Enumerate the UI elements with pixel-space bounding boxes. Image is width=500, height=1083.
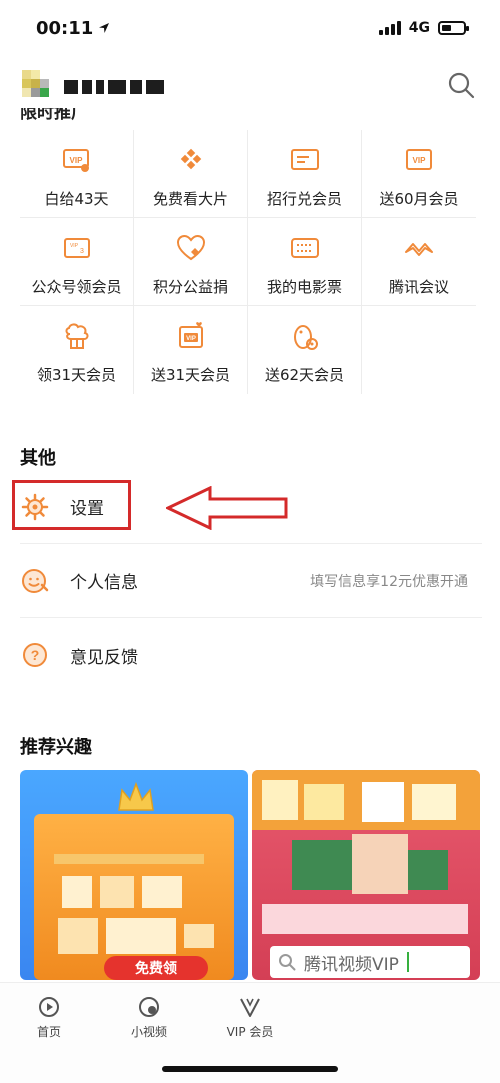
card-search-bar[interactable]: 腾讯视频VIP [270, 946, 470, 978]
question-icon: ? [20, 640, 50, 670]
avatar[interactable] [22, 70, 56, 104]
grid-item-vip-43[interactable]: VIP 白给43天 [20, 130, 134, 218]
vip-coupon-icon: VIP 3 [61, 232, 93, 264]
smile-edit-icon [20, 566, 50, 596]
penguin-icon [289, 320, 321, 352]
svg-text:VIP: VIP [69, 156, 83, 165]
personal-info-item[interactable]: 个人信息 填写信息享12元优惠开通 [20, 544, 482, 618]
promo-card-vip-member[interactable]: 腾讯视频VIP [252, 770, 480, 980]
search-icon [448, 72, 475, 99]
annotation-highlight-box [12, 480, 131, 530]
tab-home[interactable]: 首页 [9, 995, 89, 1040]
card-search-text: 腾讯视频VIP [304, 954, 399, 975]
grid-item-label: 积分公益捐 [152, 278, 228, 296]
grid-row: VIP 白给43天 免费看大片 招行兑会员 VIP 送60月会员 [20, 130, 476, 218]
vip-card-icon: VIP [61, 144, 93, 176]
profile-header [0, 60, 500, 114]
grid-item-label: 送60月会员 [379, 190, 459, 208]
svg-text:VIP: VIP [69, 243, 78, 249]
vip-heart-card-icon: VIP [175, 320, 207, 352]
status-time: 00:11 [36, 18, 111, 39]
tab-vip-label: VIP 会员 [226, 1025, 274, 1039]
section-title-partial: 限时推广 [20, 108, 88, 122]
grid-item-label: 免费看大片 [152, 190, 228, 208]
grid-item-cmb-exchange[interactable]: 招行兑会员 [248, 130, 362, 218]
svg-text:VIP: VIP [413, 156, 427, 165]
meeting-icon [403, 232, 435, 264]
grid-item-get-31[interactable]: 领31天会员 [20, 306, 134, 394]
signal-icon [378, 21, 401, 35]
home-indicator [162, 1066, 338, 1072]
grid-item-label: 送62天会员 [264, 366, 345, 384]
personal-info-label: 个人信息 [70, 573, 138, 593]
grid-item-movie-tickets[interactable]: 我的电影票 [248, 218, 362, 306]
heart-icon [175, 232, 207, 264]
free-claim-button[interactable]: 免费领 [104, 956, 208, 980]
short-video-icon [139, 997, 159, 1017]
grid-item-points-donate[interactable]: 积分公益捐 [134, 218, 248, 306]
promo-card-free-vip[interactable]: 免费领 [20, 770, 248, 980]
grid-item-give-31[interactable]: VIP 送31天会员 [134, 306, 248, 394]
text-cursor [406, 952, 409, 972]
status-bar: 00:11 4G [0, 0, 500, 56]
vip-ticket-icon: VIP [403, 144, 435, 176]
diamond-grid-icon [175, 144, 207, 176]
tab-short-video[interactable]: 小视频 [109, 995, 189, 1040]
search-button[interactable] [446, 70, 476, 100]
grid-row: 领31天会员 VIP 送31天会员 送62天会员 [20, 306, 476, 394]
movie-ticket-icon [289, 232, 321, 264]
crown-icon [118, 781, 154, 811]
grid-item-label: 白给43天 [44, 190, 109, 208]
location-arrow-icon [99, 23, 110, 33]
feedback-item[interactable]: ? 意见反馈 [20, 618, 482, 692]
grid-empty-cell [362, 306, 476, 394]
bank-card-icon [289, 144, 321, 176]
svg-text:?: ? [31, 647, 40, 663]
grid-item-label: 送31天会员 [150, 366, 231, 384]
recommend-section-title: 推荐兴趣 [20, 737, 92, 758]
grid-item-tencent-meeting[interactable]: 腾讯会议 [362, 218, 476, 306]
grid-item-give-62[interactable]: 送62天会员 [248, 306, 362, 394]
network-label: 4G [408, 20, 430, 36]
home-play-icon [39, 997, 59, 1017]
grid-item-label: 领31天会员 [36, 366, 117, 384]
grid-item-free-movies[interactable]: 免费看大片 [134, 130, 248, 218]
time-text: 00:11 [36, 17, 94, 39]
svg-text:VIP: VIP [186, 336, 196, 342]
tab-short-video-label: 小视频 [130, 1025, 167, 1039]
tab-home-label: 首页 [36, 1025, 61, 1039]
grid-item-label: 我的电影票 [266, 278, 342, 296]
personal-info-promo: 填写信息享12元优惠开通 [310, 573, 468, 590]
grid-row: VIP 3 公众号领会员 积分公益捐 我的电影票 腾讯会议 [20, 218, 476, 306]
grid-item-label: 招行兑会员 [266, 190, 342, 208]
status-right: 4G [378, 20, 469, 36]
grid-item-label: 公众号领会员 [31, 278, 122, 296]
feature-grid: VIP 白给43天 免费看大片 招行兑会员 VIP 送60月会员 VIP 3 公… [20, 130, 476, 394]
svg-text:3: 3 [80, 248, 84, 255]
username-pixelated [64, 80, 164, 96]
annotation-arrow-icon [166, 486, 288, 530]
other-section-title: 其他 [20, 448, 56, 469]
gift-cloud-icon [61, 320, 93, 352]
grid-item-label: 腾讯会议 [388, 278, 449, 296]
search-icon [279, 954, 296, 971]
feedback-label: 意见反馈 [70, 647, 138, 668]
grid-item-give-60[interactable]: VIP 送60月会员 [362, 130, 476, 218]
grid-item-official-account[interactable]: VIP 3 公众号领会员 [20, 218, 134, 306]
vip-crown-icon [240, 998, 260, 1017]
tab-vip[interactable]: VIP 会员 [210, 995, 290, 1040]
battery-icon [438, 21, 469, 35]
